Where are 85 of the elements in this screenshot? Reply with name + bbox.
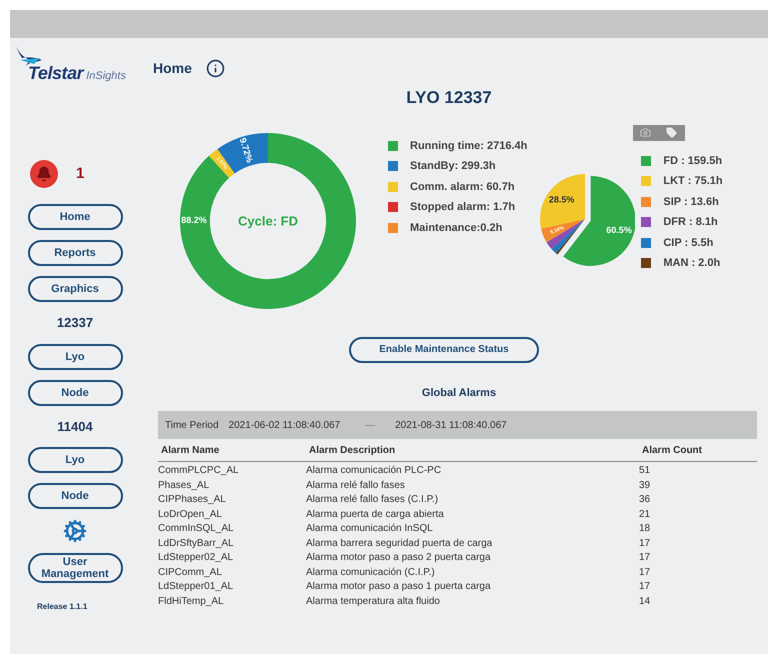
- page-heading: Home: [153, 59, 192, 78]
- nav-button[interactable]: Node: [28, 483, 122, 509]
- table-cell-text: 17: [639, 566, 652, 580]
- legend-label: StandBy: 299.3h: [410, 159, 496, 174]
- legend-label: SIP : 13.6h: [663, 194, 719, 210]
- legend-label: Stopped alarm: 1.7h: [410, 200, 516, 215]
- brand-name: Telstar: [28, 64, 84, 82]
- period-start: 2021-06-02 11:08:40.067: [228, 418, 340, 432]
- nav-button[interactable]: Lyo: [28, 344, 122, 370]
- table-cell-text: 36: [639, 493, 652, 507]
- legend-label: DFR : 8.1h: [663, 215, 718, 230]
- column-header: Alarm Count: [642, 444, 703, 458]
- legend-label: MAN : 2.0h: [663, 256, 720, 271]
- nav-button[interactable]: Node: [28, 380, 122, 406]
- table-cell-text: 51: [639, 464, 652, 478]
- legend-label: FD : 159.5h: [663, 154, 722, 168]
- legend-swatch: [641, 176, 652, 186]
- legend-swatch: [388, 222, 398, 233]
- table-cell-text: Alarma barrera seguridad puerta de carga: [306, 536, 494, 550]
- table-cell-text: 17: [639, 580, 652, 594]
- table-cell-text: Alarma motor paso a paso 2 puerta carga: [306, 551, 492, 565]
- table-cell-text: LdStepper01_AL: [158, 580, 234, 594]
- table-cell-text: FldHiTemp_AL: [158, 594, 225, 608]
- lyo-number: 12337: [56, 314, 94, 332]
- period-end: 2021-08-31 11:08:40.067: [395, 418, 507, 432]
- table-cell-text: CommInSQL_AL: [158, 522, 235, 536]
- lyo-title: LYO 12337: [406, 87, 492, 109]
- alarm-count: 1: [76, 164, 84, 184]
- nav-button[interactable]: Reports: [28, 240, 122, 266]
- table-cell-text: 21: [639, 508, 652, 522]
- release-label: Release 1.1.1: [37, 601, 88, 613]
- table-cell-text: Alarma motor paso a paso 1 puerta carga: [306, 580, 492, 594]
- legend-swatch: [641, 156, 652, 166]
- table-cell-text: CommPLCPC_AL: [158, 464, 240, 478]
- legend-swatch: [388, 161, 398, 172]
- nav-button[interactable]: Home: [28, 204, 122, 230]
- data-label: 60.5%: [606, 224, 632, 234]
- table-cell-text: Alarma puerta de carga abierta: [306, 508, 445, 522]
- legend-swatch: [388, 140, 398, 151]
- table-cell-text: 14: [639, 594, 652, 608]
- legend-label: Comm. alarm: 60.7h: [410, 180, 515, 194]
- legend-swatch: [388, 202, 398, 212]
- legend-label: Running time: 2716.4h: [410, 138, 528, 154]
- period-separator: —: [365, 418, 376, 432]
- table-cell-text: CIPComm_AL: [158, 566, 223, 580]
- legend-swatch: [388, 182, 398, 192]
- data-label: 28.5%: [549, 194, 575, 204]
- column-header: Alarm Name: [161, 444, 220, 458]
- cycle-label: Cycle: FD: [238, 212, 298, 230]
- table-cell-text: 18: [639, 522, 652, 536]
- legend-label: Maintenance:0.2h: [410, 220, 502, 236]
- data-label: 9.72%: [238, 136, 255, 164]
- legend-label: LKT : 75.1h: [663, 174, 723, 189]
- section-title: Global Alarms: [422, 386, 496, 400]
- table-cell-text: Alarma comunicación PLC-PC: [306, 464, 442, 478]
- table-cell-text: Alarma comunicación (C.I.P.): [306, 566, 436, 580]
- nav-button[interactable]: User Management: [28, 553, 122, 583]
- table-cell-text: LoDrOpen_AL: [158, 508, 223, 522]
- alarm-bell-icon[interactable]: [30, 160, 58, 188]
- legend-swatch: [641, 238, 652, 248]
- table-cell-text: Phases_AL: [158, 478, 210, 492]
- nav-button[interactable]: Graphics: [28, 276, 122, 302]
- period-label: Time Period: [165, 418, 219, 432]
- table-cell-text: 17: [639, 551, 652, 565]
- table-cell-text: Alarma comunicación InSQL: [306, 522, 434, 536]
- legend-swatch: [641, 196, 652, 207]
- table-cell-text: Alarma relé fallo fases: [306, 478, 406, 492]
- product-name: InSights: [86, 71, 126, 82]
- table-cell-text: Alarma relé fallo fases (C.I.P.): [306, 493, 440, 507]
- table-cell-text: CIPPhases_AL: [158, 493, 227, 507]
- table-cell-text: LdDrSftyBarr_AL: [158, 536, 235, 550]
- column-header: Alarm Description: [309, 444, 396, 458]
- lyo-number: 11404: [57, 418, 93, 436]
- data-label: 88.2%: [181, 214, 207, 225]
- info-icon[interactable]: [206, 59, 225, 78]
- table-cell-text: Alarma temperatura alta fluido: [306, 594, 441, 608]
- legend-swatch: [641, 258, 652, 268]
- legend-swatch: [641, 217, 652, 228]
- maintenance-button[interactable]: Enable Maintenance Status: [349, 336, 539, 362]
- tag-icon[interactable]: [666, 127, 678, 138]
- nav-button[interactable]: Lyo: [28, 447, 122, 473]
- legend-label: CIP : 5.5h: [663, 236, 714, 250]
- table-cell-text: 17: [639, 536, 652, 550]
- table-cell-text: LdStepper02_AL: [158, 551, 234, 565]
- table-cell-text: 39: [639, 478, 652, 492]
